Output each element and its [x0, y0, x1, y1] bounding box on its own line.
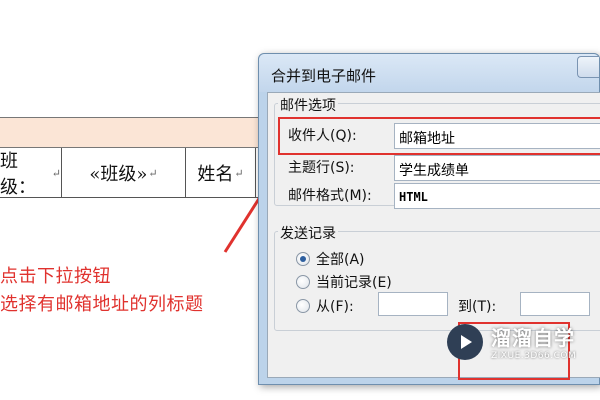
to-label: 到(T):: [458, 299, 497, 315]
format-label: 邮件格式(M):: [288, 188, 372, 204]
table-header-band: [0, 117, 270, 148]
watermark: 溜溜自学 ZIXUE.3D66.COM: [447, 322, 576, 361]
format-select[interactable]: HTML: [394, 183, 600, 209]
subject-label: 主题行(S):: [288, 160, 355, 176]
radio-from[interactable]: 从(F):: [296, 296, 354, 316]
mail-options-label: 邮件选项: [278, 95, 338, 115]
play-logo-icon: [447, 323, 483, 360]
watermark-url: ZIXUE.3D66.COM: [491, 351, 577, 361]
watermark-name: 溜溜自学: [491, 326, 575, 350]
recipient-highlight: [278, 117, 600, 155]
annotation-line-1: 点击下拉按钮: [0, 266, 111, 287]
from-input[interactable]: [378, 292, 448, 316]
subject-input[interactable]: 学生成绩单: [394, 155, 600, 181]
table-row: 班级： ↵ «班级» ↵ 姓名 ↵: [0, 148, 270, 198]
radio-checked-icon[interactable]: [296, 252, 310, 266]
table-cell: 姓名 ↵: [186, 148, 256, 198]
to-input[interactable]: [520, 292, 590, 316]
table-cell-merge-field: «班级» ↵: [62, 148, 186, 198]
radio-all[interactable]: 全部(A): [296, 249, 365, 269]
dialog-title-bar[interactable]: 合并到电子邮件: [259, 54, 599, 92]
send-records-label: 发送记录: [278, 223, 338, 243]
table-cell: 班级： ↵: [0, 148, 62, 198]
radio-current-record[interactable]: 当前记录(E): [296, 272, 392, 292]
paragraph-mark-icon: ↵: [234, 166, 244, 180]
paragraph-mark-icon: ↵: [148, 166, 158, 180]
radio-icon[interactable]: [296, 299, 310, 313]
radio-icon[interactable]: [296, 275, 310, 289]
close-button[interactable]: [577, 56, 599, 78]
annotation-line-2: 选择有邮箱地址的列标题: [0, 294, 204, 315]
dialog-title: 合并到电子邮件: [271, 67, 377, 85]
paragraph-mark-icon: ↵: [51, 166, 61, 180]
